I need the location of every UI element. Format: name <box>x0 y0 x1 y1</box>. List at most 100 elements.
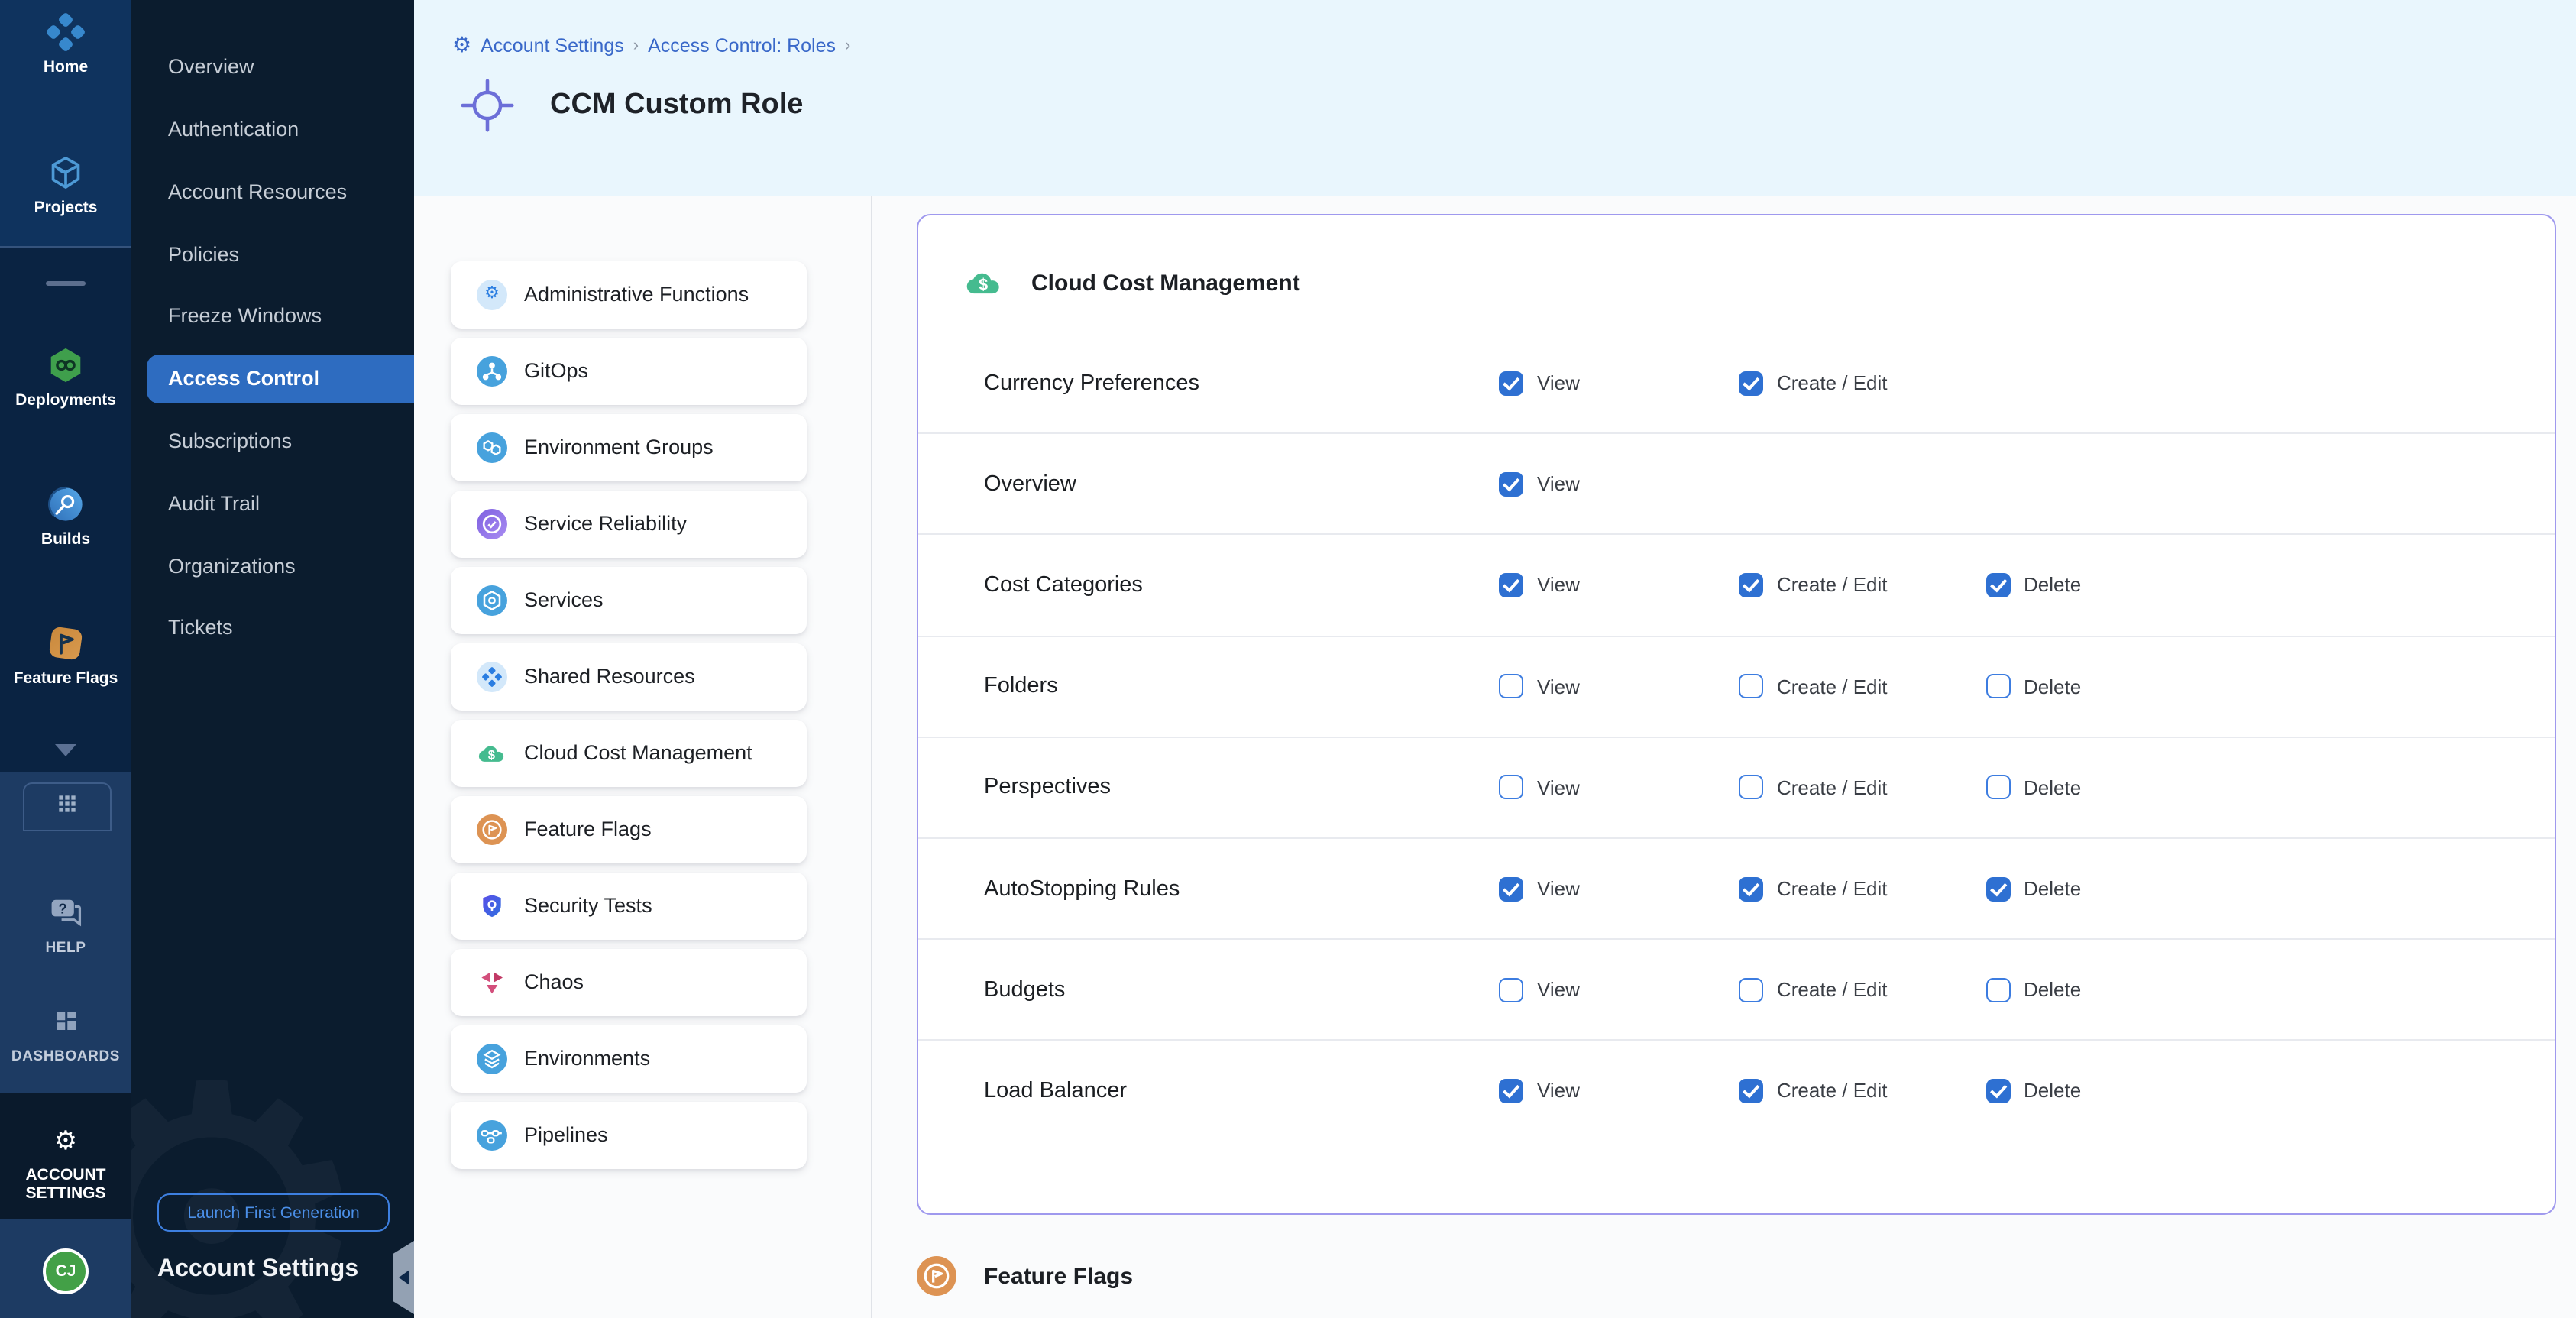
checkbox-label: Create / Edit <box>1777 877 1888 900</box>
permission-name: Cost Categories <box>984 573 1143 597</box>
view-permission[interactable]: View <box>1499 573 1580 597</box>
delete-permission[interactable]: Delete <box>1985 776 2081 800</box>
resource-card-pipelines[interactable]: Pipelines <box>451 1102 807 1168</box>
sidebar-item-projects[interactable]: Projects <box>0 153 131 218</box>
collapse-sidebar-button[interactable] <box>393 1241 414 1314</box>
sidebar-item-feature-flags[interactable]: Feature Flags <box>0 623 131 688</box>
resource-card-label: Services <box>524 589 604 612</box>
nav-item-access-control[interactable]: Access Control <box>147 354 414 403</box>
view-checkbox[interactable] <box>1499 674 1523 698</box>
resource-card-gitops[interactable]: GitOps <box>451 338 807 404</box>
breadcrumb-separator: › <box>633 36 639 54</box>
user-avatar[interactable]: CJ <box>43 1248 89 1294</box>
create-edit-permission[interactable]: Create / Edit <box>1739 573 1888 597</box>
create-edit-permission[interactable]: Create / Edit <box>1739 1079 1888 1103</box>
content-area: ⚙Administrative Functions GitOps Environme… <box>414 196 2576 1318</box>
resource-card-label: Shared Resources <box>524 665 695 688</box>
resource-card-environments[interactable]: Environments <box>451 1025 807 1092</box>
delete-permission[interactable]: Delete <box>1985 1079 2081 1103</box>
view-permission[interactable]: View <box>1499 674 1580 698</box>
nav-item-overview[interactable]: Overview <box>131 42 414 91</box>
resource-card-environment-groups[interactable]: Environment Groups <box>451 414 807 481</box>
checkbox-label: Delete <box>2024 877 2081 900</box>
create-edit-checkbox[interactable] <box>1739 776 1763 800</box>
view-permission[interactable]: View <box>1499 977 1580 1002</box>
nav-item-policies[interactable]: Policies <box>131 229 414 278</box>
checkbox-label: Delete <box>2024 1080 2081 1103</box>
nav-item-freeze-windows[interactable]: Freeze Windows <box>131 292 414 341</box>
delete-checkbox[interactable] <box>1985 776 2010 800</box>
create-edit-permission[interactable]: Create / Edit <box>1739 674 1888 698</box>
create-edit-checkbox[interactable] <box>1739 674 1763 698</box>
resource-card-services[interactable]: Services <box>451 567 807 633</box>
view-permission[interactable]: View <box>1499 472 1580 497</box>
checkbox-label: Create / Edit <box>1777 371 1888 394</box>
resource-card-admin-gear[interactable]: ⚙Administrative Functions <box>451 261 807 328</box>
view-checkbox[interactable] <box>1499 1079 1523 1103</box>
resource-card-security-tests[interactable]: Security Tests <box>451 873 807 939</box>
delete-checkbox[interactable] <box>1985 573 2010 597</box>
sidebar-item-deployments[interactable]: Deployments <box>0 345 131 410</box>
page-header: ⚙ Account Settings › Access Control: Rol… <box>414 0 2576 196</box>
sidebar-item-help[interactable]: ? HELP <box>0 892 131 957</box>
sidebar-item-home[interactable]: Home <box>0 12 131 77</box>
nav-item-subscriptions[interactable]: Subscriptions <box>131 416 414 465</box>
permission-row: PerspectivesViewCreate / EditDelete <box>918 738 2555 839</box>
delete-permission[interactable]: Delete <box>1985 977 2081 1002</box>
delete-checkbox[interactable] <box>1985 1079 2010 1103</box>
create-edit-checkbox[interactable] <box>1739 371 1763 395</box>
delete-permission[interactable]: Delete <box>1985 573 2081 597</box>
nav-item-account-resources[interactable]: Account Resources <box>131 167 414 215</box>
view-permission[interactable]: View <box>1499 371 1580 395</box>
view-checkbox[interactable] <box>1499 371 1523 395</box>
resource-card-label: Security Tests <box>524 895 652 918</box>
service-reliability-icon <box>477 509 507 539</box>
create-edit-checkbox[interactable] <box>1739 573 1763 597</box>
sidebar-item-dashboards[interactable]: DASHBOARDS <box>0 1001 131 1066</box>
nav-item-tickets[interactable]: Tickets <box>131 604 414 653</box>
resource-card-shared-resources[interactable]: Shared Resources <box>451 643 807 710</box>
view-checkbox[interactable] <box>1499 876 1523 901</box>
create-edit-checkbox[interactable] <box>1739 876 1763 901</box>
view-checkbox[interactable] <box>1499 977 1523 1002</box>
delete-checkbox[interactable] <box>1985 977 2010 1002</box>
create-edit-checkbox[interactable] <box>1739 1079 1763 1103</box>
resource-card-ccm-cloud[interactable]: $Cloud Cost Management <box>451 720 807 786</box>
create-edit-permission[interactable]: Create / Edit <box>1739 776 1888 800</box>
view-checkbox[interactable] <box>1499 472 1523 497</box>
view-checkbox[interactable] <box>1499 573 1523 597</box>
breadcrumb-access-control-roles[interactable]: Access Control: Roles <box>648 34 836 56</box>
resource-card-service-reliability[interactable]: Service Reliability <box>451 491 807 557</box>
create-edit-permission[interactable]: Create / Edit <box>1739 371 1888 395</box>
rail-divider-dash <box>46 281 86 285</box>
nav-item-organizations[interactable]: Organizations <box>131 541 414 590</box>
nav-item-authentication[interactable]: Authentication <box>131 105 414 154</box>
shared-resources-icon <box>477 662 507 692</box>
launch-first-generation-button[interactable]: Launch First Generation <box>157 1193 390 1232</box>
sidebar-item-builds[interactable]: Builds <box>0 484 131 549</box>
delete-checkbox[interactable] <box>1985 876 2010 901</box>
delete-checkbox[interactable] <box>1985 674 2010 698</box>
sidebar-item-account-settings[interactable]: ⚙ ACCOUNT SETTINGS <box>0 1120 131 1203</box>
create-edit-permission[interactable]: Create / Edit <box>1739 876 1888 901</box>
delete-permission[interactable]: Delete <box>1985 876 2081 901</box>
nav-item-audit-trail[interactable]: Audit Trail <box>131 478 414 527</box>
resource-card-chaos[interactable]: Chaos <box>451 949 807 1015</box>
view-permission[interactable]: View <box>1499 876 1580 901</box>
view-checkbox[interactable] <box>1499 776 1523 800</box>
breadcrumb-account-settings[interactable]: Account Settings <box>481 34 624 56</box>
view-permission[interactable]: View <box>1499 1079 1580 1103</box>
create-edit-permission[interactable]: Create / Edit <box>1739 977 1888 1002</box>
resource-card-feature-flags[interactable]: Feature Flags <box>451 796 807 863</box>
view-permission[interactable]: View <box>1499 776 1580 800</box>
nav-item-label: Tickets <box>131 617 233 640</box>
delete-permission[interactable]: Delete <box>1985 674 2081 698</box>
feature-flags-label: Feature Flags <box>14 671 118 688</box>
resource-card-label: GitOps <box>524 360 588 383</box>
resource-card-label: Chaos <box>524 971 584 994</box>
permission-row: Cost Categories View Create / Edit Delete <box>918 536 2555 636</box>
create-edit-checkbox[interactable] <box>1739 977 1763 1002</box>
chevron-down-icon[interactable] <box>55 744 76 756</box>
module-picker-button[interactable] <box>23 782 112 831</box>
svg-text:?: ? <box>58 901 66 917</box>
